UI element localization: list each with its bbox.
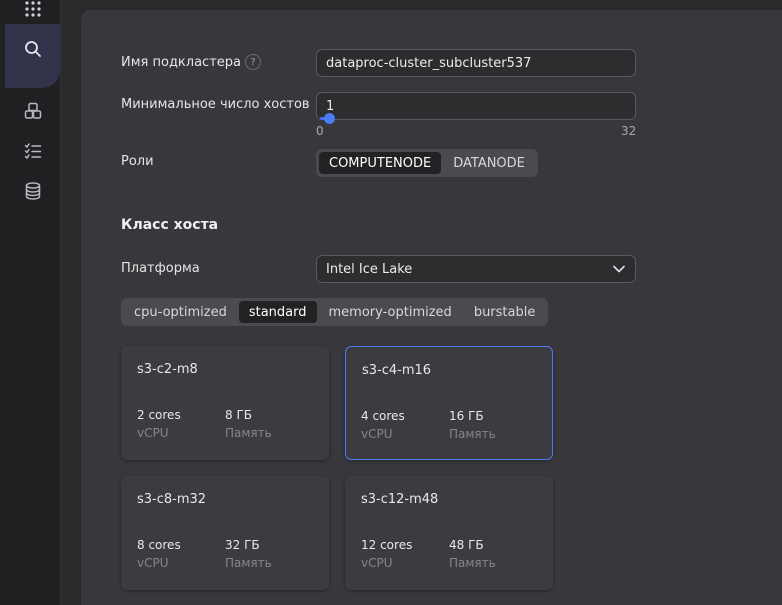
preset-cores-unit: vCPU xyxy=(361,427,393,441)
preset-memory: 48 ГБ xyxy=(449,538,484,552)
apps-grid-icon[interactable] xyxy=(5,0,60,28)
preset-name: s3-c12-m48 xyxy=(361,492,439,507)
role-datanode-button[interactable]: DATANODE xyxy=(443,152,535,174)
database-icon[interactable] xyxy=(5,172,60,210)
platform-label: Платформа xyxy=(121,261,200,276)
preset-cores: 4 cores xyxy=(361,409,405,423)
preset-cores: 2 cores xyxy=(137,408,181,422)
preset-card-s3-c8-m32[interactable]: s3-c8-m32 8 cores vCPU 32 ГБ Память xyxy=(121,476,329,590)
preset-cores: 8 cores xyxy=(137,538,181,552)
role-computenode-button[interactable]: COMPUTENODE xyxy=(319,152,442,174)
roles-label-text: Роли xyxy=(121,154,154,169)
preset-memory: 32 ГБ xyxy=(225,538,260,552)
tab-cpu-optimized[interactable]: cpu-optimized xyxy=(124,301,237,323)
platform-select[interactable]: Intel Ice Lake xyxy=(316,255,636,283)
min-hosts-label-text: Минимальное число хостов xyxy=(121,97,310,112)
subcluster-name-label-text: Имя подкластера xyxy=(121,54,241,70)
subcluster-name-label: Имя подкластера ? xyxy=(121,54,261,70)
preset-cores-unit: vCPU xyxy=(361,556,393,570)
min-hosts-slider-thumb[interactable] xyxy=(324,113,335,124)
platform-label-text: Платформа xyxy=(121,261,200,276)
slider-min-label: 0 xyxy=(316,124,324,138)
preset-cores-unit: vCPU xyxy=(137,426,169,440)
slider-max-label: 32 xyxy=(621,124,637,138)
tasks-list-icon[interactable] xyxy=(5,132,60,170)
roles-label: Роли xyxy=(121,154,154,169)
min-hosts-label: Минимальное число хостов xyxy=(121,97,310,112)
host-category-tabs: cpu-optimized standard memory-optimized … xyxy=(121,298,549,326)
preset-card-s3-c4-m16[interactable]: s3-c4-m16 4 cores vCPU 16 ГБ Память xyxy=(345,346,553,460)
preset-card-s3-c12-m48[interactable]: s3-c12-m48 12 cores vCPU 48 ГБ Память xyxy=(345,476,553,590)
preset-memory-unit: Память xyxy=(225,426,272,440)
chevron-down-icon xyxy=(613,265,625,273)
preset-memory-unit: Память xyxy=(449,427,496,441)
preset-cores: 12 cores xyxy=(361,538,413,552)
host-class-title: Класс хоста xyxy=(121,217,219,233)
help-icon[interactable]: ? xyxy=(245,54,261,70)
min-hosts-input[interactable]: 1 xyxy=(316,92,636,120)
search-icon[interactable] xyxy=(5,30,60,68)
platform-value: Intel Ice Lake xyxy=(326,261,413,277)
roles-toggle: COMPUTENODE DATANODE xyxy=(316,149,538,177)
preset-memory-unit: Память xyxy=(225,556,272,570)
tab-memory-optimized[interactable]: memory-optimized xyxy=(319,301,462,323)
tab-burstable[interactable]: burstable xyxy=(464,301,546,323)
min-hosts-value: 1 xyxy=(326,98,335,114)
tab-standard[interactable]: standard xyxy=(238,301,317,323)
components-icon[interactable] xyxy=(5,92,60,130)
subcluster-name-input[interactable]: dataproc-cluster_subcluster537 xyxy=(316,49,636,77)
preset-name: s3-c8-m32 xyxy=(137,492,207,507)
preset-memory: 16 ГБ xyxy=(449,409,484,423)
preset-memory: 8 ГБ xyxy=(225,408,252,422)
subcluster-name-value: dataproc-cluster_subcluster537 xyxy=(326,55,532,71)
preset-name: s3-c4-m16 xyxy=(362,363,432,378)
preset-memory-unit: Память xyxy=(449,556,496,570)
preset-card-s3-c2-m8[interactable]: s3-c2-m8 2 cores vCPU 8 ГБ Память xyxy=(121,346,329,460)
nav-rail xyxy=(0,0,61,605)
preset-name: s3-c2-m8 xyxy=(137,362,198,377)
preset-cores-unit: vCPU xyxy=(137,556,169,570)
